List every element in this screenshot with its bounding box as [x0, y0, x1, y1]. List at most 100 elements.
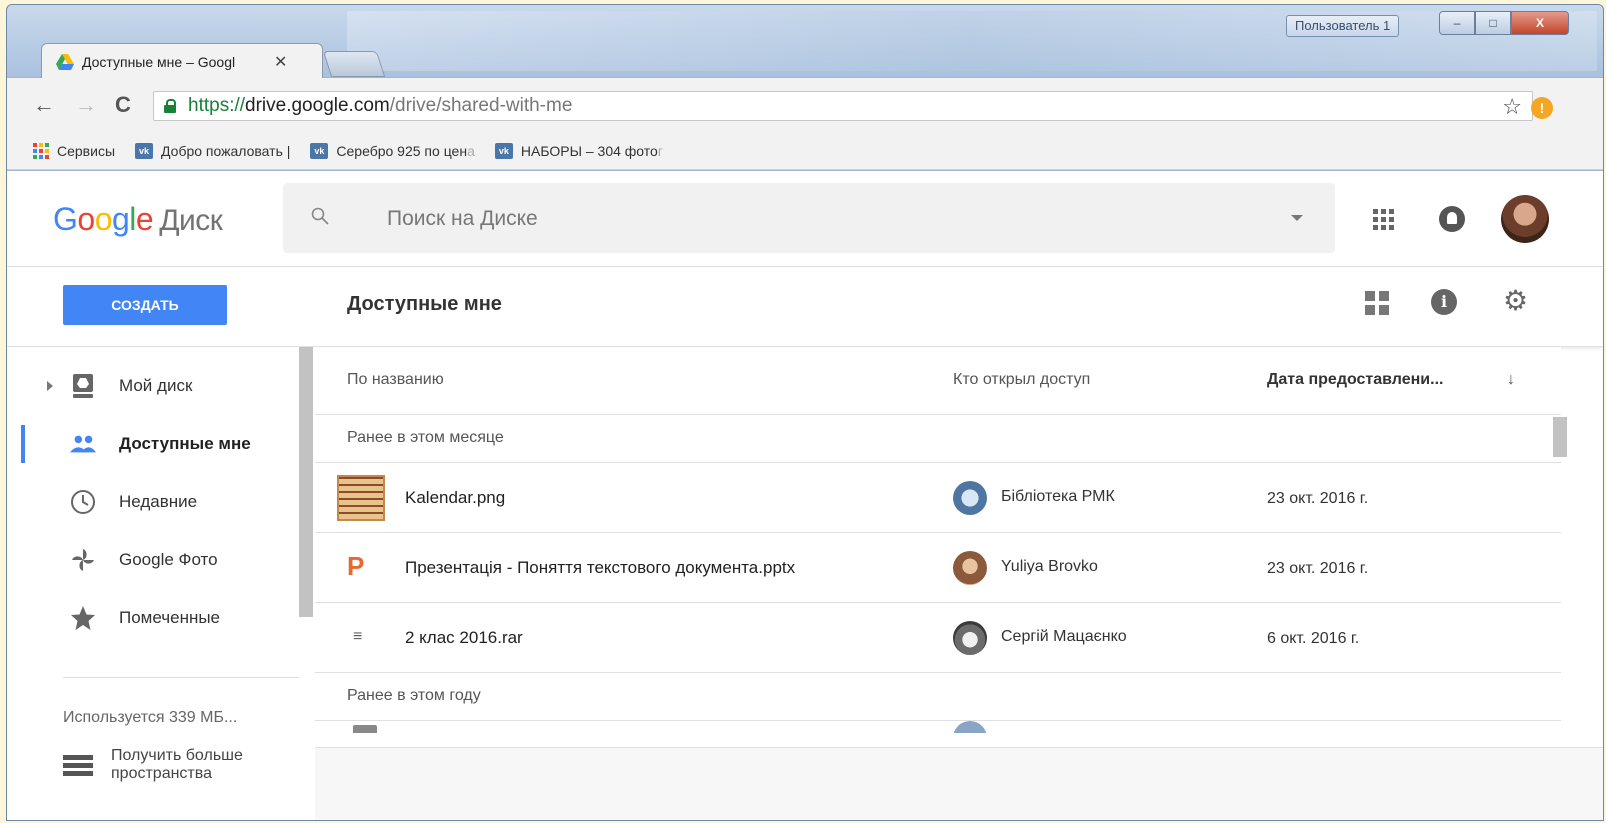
clock-icon [69, 488, 97, 516]
star-icon [69, 604, 97, 632]
sidebar-item-shared[interactable]: Доступные мне [7, 419, 299, 469]
bookmark-label: Серебро 925 по цен [336, 142, 468, 159]
drive-page: Google Диск Поиск на Диске СОЗДАТЬ Доступ… [7, 171, 1603, 820]
table-row[interactable]: Kalendar.png Бібліотека РМК 23 окт. 2016… [315, 463, 1561, 533]
sidebar-item-photos[interactable]: Google Фото [7, 535, 299, 585]
table-row-partial[interactable] [315, 721, 1561, 733]
search-input[interactable]: Поиск на Диске [387, 207, 538, 231]
more-storage-label: Получить больше пространства [111, 747, 243, 782]
profile-badge[interactable]: Пользователь 1 [1286, 15, 1400, 37]
maximize-button[interactable]: □ [1475, 11, 1511, 35]
table-row[interactable]: P Презентація - Поняття текстового докум… [315, 533, 1561, 603]
browser-tab-active[interactable]: Доступные мне – Googl ✕ [41, 43, 323, 79]
sidebar-item-my-drive[interactable]: Мой диск [7, 361, 299, 411]
bookmark-star-icon[interactable]: ☆ [1502, 94, 1522, 120]
drive-toolbar: СОЗДАТЬ Доступные мне i ⚙ [7, 267, 1603, 347]
tab-close-icon[interactable]: ✕ [274, 52, 287, 72]
sidebar-item-starred[interactable]: Помеченные [7, 593, 299, 643]
apps-icon[interactable] [1373, 209, 1394, 230]
storage-usage: Используется 339 МБ... [63, 709, 238, 726]
lock-icon [164, 99, 176, 113]
folder-icon [353, 725, 377, 733]
owner-name: Бібліотека РМК [1001, 488, 1115, 505]
get-more-storage-link[interactable]: Получить больше пространства [63, 747, 291, 783]
column-date-header[interactable]: Дата предоставлени... [1267, 371, 1443, 389]
owner-avatar [953, 621, 987, 655]
archive-file-icon: ≡ [353, 628, 363, 645]
owner-name: Сергій Мацаєнко [1001, 628, 1127, 645]
url-text: https://drive.google.com/drive/shared-wi… [188, 95, 573, 116]
bookmark-label: Добро пожаловать | [161, 142, 291, 159]
sort-direction-icon[interactable]: ↓ [1507, 371, 1515, 389]
back-arrow-icon[interactable]: ← [33, 94, 55, 116]
sidebar-item-recent[interactable]: Недавние [7, 477, 299, 527]
google-drive-logo[interactable]: Google Диск [53, 201, 223, 238]
list-scrollbar[interactable] [1553, 417, 1567, 457]
bookmark-label: НАБОРЫ – 304 фото [520, 142, 658, 159]
drive-icon [69, 372, 97, 400]
forward-arrow-icon[interactable]: → [75, 94, 97, 116]
owner-avatar [953, 481, 987, 515]
sidebar-item-label: Доступные мне [119, 434, 251, 453]
sidebar-scrollbar[interactable] [299, 347, 313, 617]
presentation-file-icon: P [347, 551, 365, 581]
search-icon [311, 207, 329, 225]
list-footer [315, 747, 1603, 820]
column-name-header[interactable]: По названию [347, 371, 444, 389]
sidebar-item-label: Недавние [119, 492, 198, 511]
browser-window: Пользователь 1 – □ X Доступные мне – Goo… [6, 4, 1604, 821]
gear-icon[interactable]: ⚙ [1503, 287, 1528, 315]
shared-date: 23 окт. 2016 г. [1267, 560, 1369, 577]
address-bar[interactable]: https://drive.google.com/drive/shared-wi… [153, 91, 1533, 121]
owner-avatar [953, 551, 987, 585]
sidebar-item-label: Google Фото [119, 550, 218, 569]
bookmark-vk-silver[interactable]: vk Серебро 925 по цен а [310, 142, 475, 159]
page-title: Доступные мне [347, 293, 502, 315]
sidebar: Мой диск Доступные мне Недавние Google Ф… [7, 347, 315, 820]
bookmark-vk-sets[interactable]: vk НАБОРЫ – 304 фото г [494, 142, 663, 159]
shared-date: 23 окт. 2016 г. [1267, 490, 1369, 507]
owner-avatar [953, 721, 987, 733]
bookmark-services[interactable]: Сервисы [33, 142, 116, 159]
google-drive-icon [56, 53, 74, 70]
tab-title: Доступные мне – Googl [82, 53, 236, 70]
sidebar-item-label: Помеченные [119, 608, 221, 627]
minimize-button[interactable]: – [1439, 11, 1475, 35]
browser-toolbar: ← → C https://drive.google.com/drive/sha… [7, 78, 1603, 132]
group-label: Ранее в этом году [347, 687, 481, 704]
new-tab-button[interactable] [322, 51, 386, 77]
file-name: Kalendar.png [405, 488, 506, 507]
search-box[interactable]: Поиск на Диске [283, 183, 1335, 253]
info-icon[interactable]: i [1431, 289, 1457, 315]
avatar[interactable] [1501, 195, 1549, 243]
expand-arrow-icon[interactable] [47, 381, 53, 391]
search-options-icon[interactable] [1291, 215, 1303, 221]
file-name: Презентація - Поняття текстового докумен… [405, 558, 796, 577]
table-row[interactable]: ≡ 2 клас 2016.rar Сергій Мацаєнко 6 окт.… [315, 603, 1561, 673]
create-button[interactable]: СОЗДАТЬ [63, 285, 227, 325]
column-owner-header[interactable]: Кто открыл доступ [953, 371, 1090, 389]
group-label: Ранее в этом месяце [347, 429, 504, 446]
extension-alert-icon[interactable]: ! [1531, 97, 1553, 119]
apps-grid-icon [33, 142, 49, 159]
image-file-icon [337, 475, 385, 521]
bookmark-label: Сервисы [57, 142, 116, 159]
reload-icon[interactable]: C [115, 94, 131, 116]
close-window-button[interactable]: X [1511, 11, 1569, 35]
background-blur [347, 11, 1597, 71]
window-controls: – □ X [1439, 11, 1569, 35]
grid-view-icon[interactable] [1365, 291, 1389, 315]
drive-header: Google Диск Поиск на Диске [7, 171, 1603, 267]
people-icon [69, 430, 97, 458]
notifications-icon[interactable] [1439, 206, 1465, 232]
vk-icon: vk [494, 142, 513, 159]
file-name: 2 клас 2016.rar [405, 628, 523, 647]
owner-name: Yuliya Brovko [1001, 558, 1098, 575]
bookmarks-bar: Сервисы vk Добро пожаловать | vk Серебро… [7, 132, 1603, 170]
title-bar: Пользователь 1 – □ X Доступные мне – Goo… [7, 5, 1603, 79]
storage-icon [63, 754, 93, 776]
group-header: Ранее в этом году [315, 673, 1561, 721]
bookmark-vk-welcome[interactable]: vk Добро пожаловать | [135, 142, 291, 159]
group-header: Ранее в этом месяце [315, 415, 1561, 463]
vk-icon: vk [310, 142, 329, 159]
